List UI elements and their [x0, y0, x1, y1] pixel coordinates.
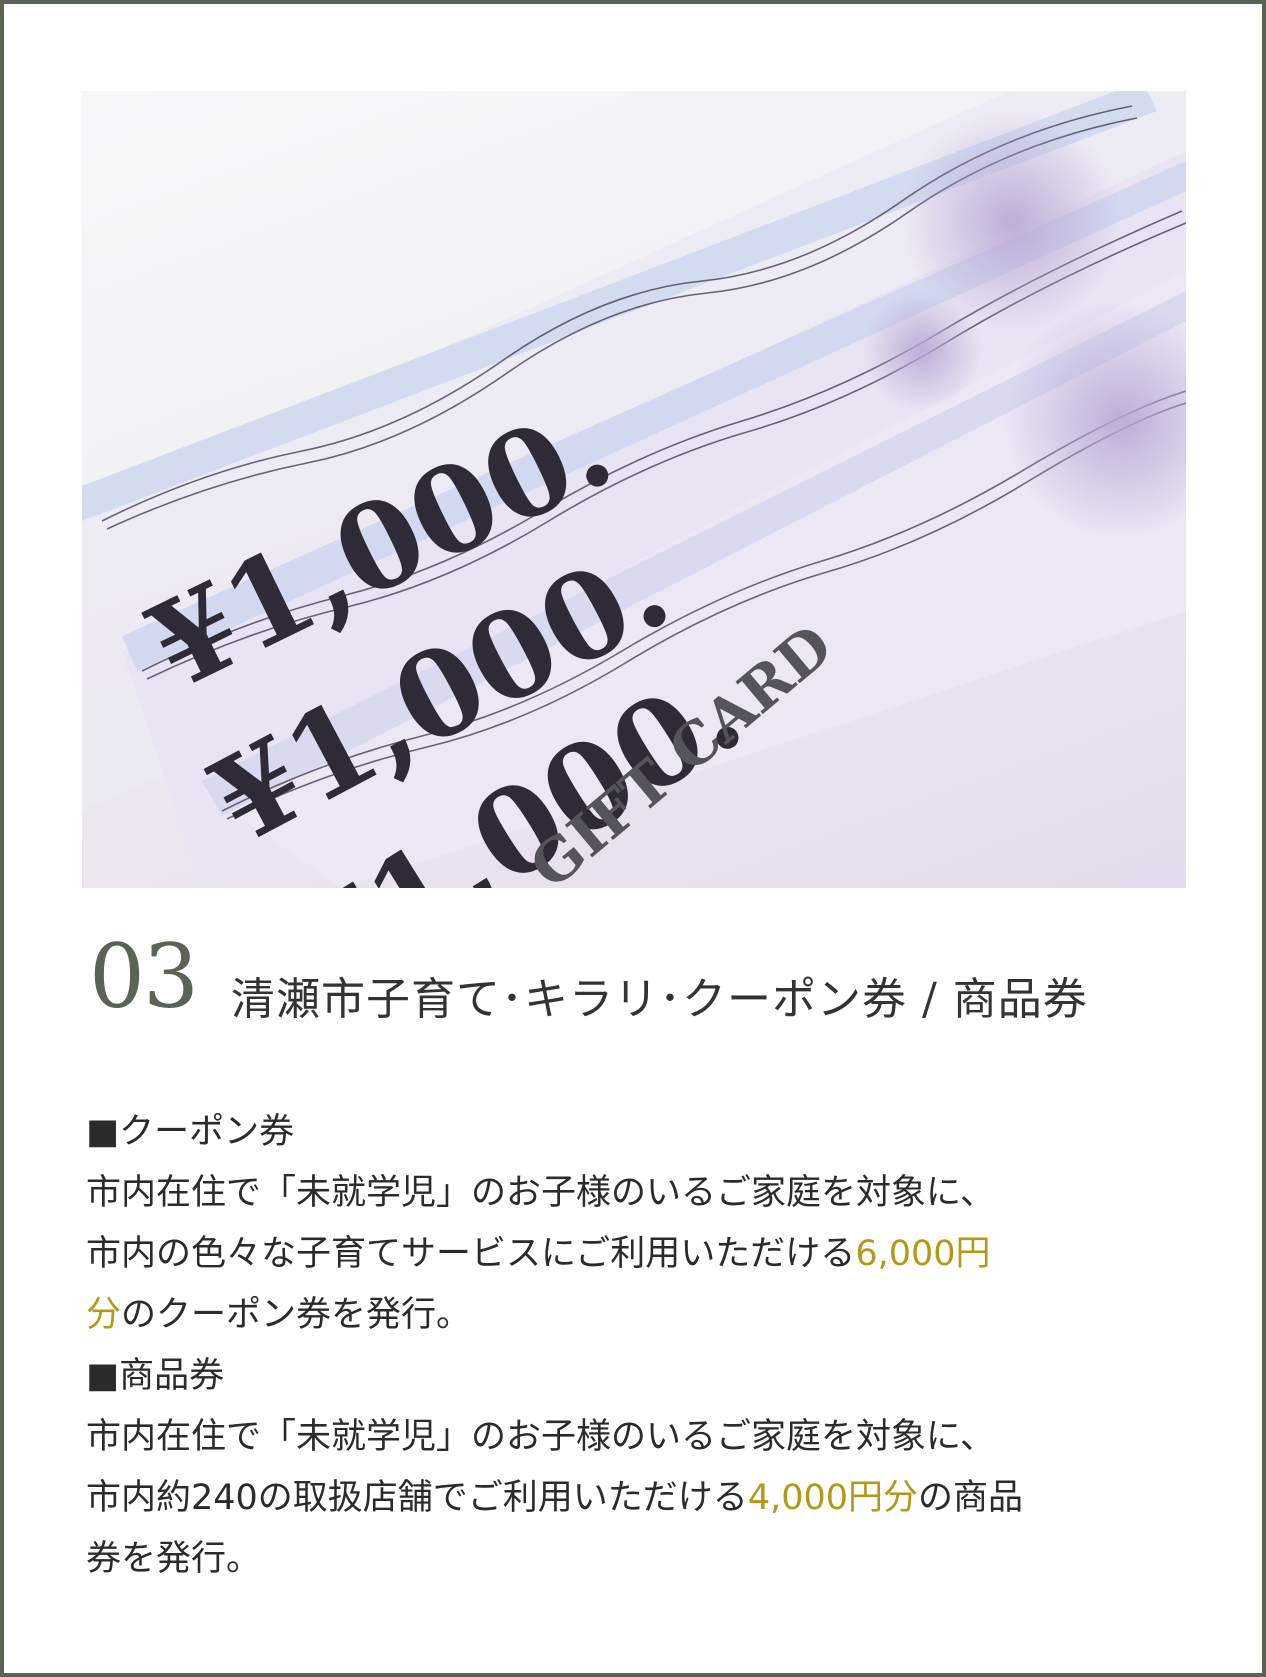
- coupon-amount: 6,000円: [855, 1234, 991, 1274]
- section-heading: 03 清瀬市子育て･キラリ･クーポン券 / 商品券: [89, 922, 1199, 1042]
- goods-line-2-tail: の商品: [918, 1478, 1024, 1518]
- coupon-header: ■クーポン券: [86, 1112, 295, 1152]
- card-frame: ¥1,000. ¥1,000. ¥1,000. GIFT CARD 03 清瀬市…: [0, 0, 1266, 1677]
- coupon-line-2-text: 市内の色々な子育てサービスにご利用いただける: [86, 1234, 856, 1274]
- goods-amount: 4,000円分: [747, 1478, 919, 1518]
- coupon-line-3: 分のクーポン券を発行。: [86, 1285, 1196, 1346]
- coupon-amount-suffix: 分: [86, 1295, 122, 1335]
- section-title: 清瀬市子育て･キラリ･クーポン券 / 商品券: [231, 974, 1088, 1025]
- goods-line-1: 市内在住で「未就学児」のお子様のいるご家庭を対象に、: [86, 1417, 995, 1457]
- coupon-line-3-text: のクーポン券を発行。: [121, 1295, 472, 1335]
- section-number: 03: [89, 925, 199, 1028]
- goods-header: ■商品券: [86, 1356, 225, 1396]
- goods-line-3: 券を発行。: [86, 1539, 262, 1579]
- gift-card-photo: ¥1,000. ¥1,000. ¥1,000. GIFT CARD: [82, 91, 1186, 888]
- goods-line-2: 市内約240の取扱店舗でご利用いただける4,000円分の商品: [86, 1468, 1196, 1529]
- description: ■クーポン券 市内在住で「未就学児」のお子様のいるご家庭を対象に、 市内の色々な…: [86, 1102, 1196, 1590]
- coupon-line-1: 市内在住で「未就学児」のお子様のいるご家庭を対象に、: [86, 1173, 995, 1213]
- gift-card-illustration: ¥1,000. ¥1,000. ¥1,000. GIFT CARD: [82, 91, 1186, 888]
- goods-line-2-text: 市内約240の取扱店舗でご利用いただける: [86, 1478, 748, 1518]
- coupon-line-2: 市内の色々な子育てサービスにご利用いただける6,000円: [86, 1224, 1196, 1285]
